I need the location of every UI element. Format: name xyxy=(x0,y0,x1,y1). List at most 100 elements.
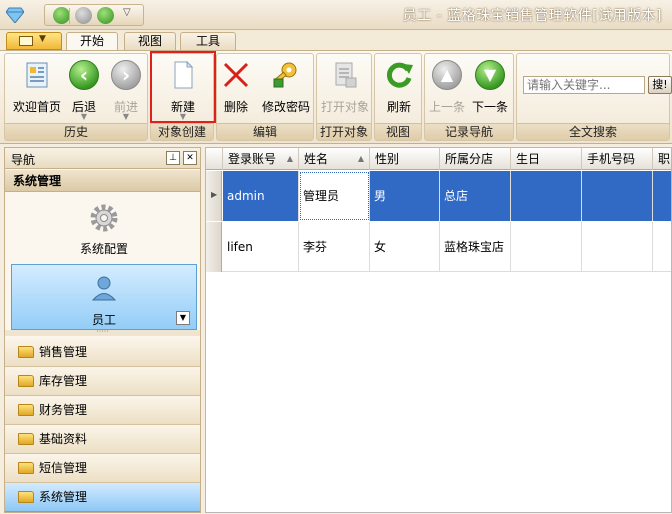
navigation-pane: 导航 ⊥ ✕ 系统管理 系统配置 员工 ▼ ····· 销售管理 库存管理 财务… xyxy=(4,147,201,513)
chevron-down-icon: ▼ xyxy=(39,34,46,44)
folder-icon xyxy=(18,462,34,474)
group-history: 欢迎首页 ‹ 后退 ▼ › 前进 ▼ 历史 xyxy=(4,53,148,141)
nav-item-label: 销售管理 xyxy=(39,345,88,359)
nav-item-inventory[interactable]: 库存管理 xyxy=(5,367,200,396)
column-header-mobile[interactable]: 手机号码 xyxy=(582,148,653,170)
application-menu-button[interactable]: ▼ xyxy=(6,32,62,50)
delete-x-icon xyxy=(223,62,249,88)
cell-name[interactable]: 李芬 xyxy=(299,222,370,272)
highlight-box xyxy=(150,51,216,123)
table-row[interactable]: lifen 李芬 女 蓝格珠宝店 xyxy=(206,222,671,272)
column-label: 职 xyxy=(658,152,671,166)
nav-item-sms[interactable]: 短信管理 xyxy=(5,454,200,483)
group-history-label: 历史 xyxy=(5,123,147,140)
cell-mobile[interactable] xyxy=(582,171,653,221)
folder-icon xyxy=(18,491,34,503)
group-edit: 删除 修改密码 编辑 xyxy=(216,53,314,141)
nav-item-basic-data[interactable]: 基础资料 xyxy=(5,425,200,454)
cell-branch[interactable]: 总店 xyxy=(440,171,511,221)
nav-item-label: 财务管理 xyxy=(39,403,88,417)
table-row[interactable]: ▶ admin 管理员 男 总店 xyxy=(206,171,671,221)
key-icon xyxy=(273,62,297,88)
tab-view[interactable]: 视图 xyxy=(124,32,176,50)
column-header-gender[interactable]: 性别 xyxy=(370,148,440,170)
nav-item-system-config[interactable]: 系统配置 xyxy=(11,196,197,262)
column-header-name[interactable]: 姓名 ▲ xyxy=(299,148,370,170)
next-record-button[interactable]: ▼ 下一条 xyxy=(461,58,519,122)
nav-item-employee[interactable]: 员工 ▼ xyxy=(11,264,197,330)
nav-item-system[interactable]: 系统管理 xyxy=(5,483,200,512)
grid-corner xyxy=(206,148,223,170)
window-title: 员工 - 蓝格珠宝销售管理软件[试用版本] xyxy=(402,8,662,24)
up-arrow-icon: ▲ xyxy=(432,60,462,90)
change-password-button[interactable]: 修改密码 xyxy=(257,58,315,122)
tab-tools[interactable]: 工具 xyxy=(180,32,236,50)
column-label: 所属分店 xyxy=(445,152,494,166)
group-create-label: 对象创建 xyxy=(151,123,213,140)
close-icon[interactable]: ✕ xyxy=(183,151,197,165)
refresh-quick-icon[interactable] xyxy=(53,7,70,24)
cell-gender[interactable]: 男 xyxy=(370,171,440,221)
down-quick-icon[interactable] xyxy=(97,7,114,24)
menu-icon xyxy=(19,36,33,46)
diamond-icon[interactable] xyxy=(6,7,24,23)
chevron-down-icon[interactable]: ▼ xyxy=(176,311,190,325)
nav-item-sales[interactable]: 销售管理 xyxy=(5,338,200,367)
cell-birthday[interactable] xyxy=(511,171,582,221)
delete-button[interactable]: 删除 xyxy=(209,58,263,122)
cell-login[interactable]: admin xyxy=(223,171,299,221)
cell-position[interactable] xyxy=(653,222,671,272)
cell-branch[interactable]: 蓝格珠宝店 xyxy=(440,222,511,272)
pin-icon[interactable]: ⊥ xyxy=(166,151,180,165)
open-object-button[interactable]: 打开对象 xyxy=(315,58,375,122)
back-arrow-icon: ‹ xyxy=(69,60,99,90)
next-record-label: 下一条 xyxy=(471,100,508,114)
delete-label: 删除 xyxy=(223,100,248,114)
up-quick-icon[interactable] xyxy=(75,7,92,24)
column-header-branch[interactable]: 所属分店 xyxy=(440,148,511,170)
refresh-icon xyxy=(386,62,413,88)
cell-birthday[interactable] xyxy=(511,222,582,272)
folder-icon xyxy=(18,433,34,445)
folder-icon xyxy=(18,375,34,387)
open-object-icon xyxy=(335,62,357,88)
column-label: 姓名 xyxy=(304,152,329,166)
cell-mobile[interactable] xyxy=(582,222,653,272)
column-header-position[interactable]: 职 xyxy=(653,148,671,170)
group-search: 搜! 全文搜索 xyxy=(516,53,672,141)
cell-gender[interactable]: 女 xyxy=(370,222,440,272)
grid-header: 登录账号 ▲ 姓名 ▲ 性别 所属分店 生日 手机号码 职 xyxy=(206,148,671,170)
tab-start[interactable]: 开始 xyxy=(66,32,118,51)
splitter-grip[interactable]: ····· xyxy=(5,328,200,336)
column-header-birthday[interactable]: 生日 xyxy=(511,148,582,170)
nav-header: 导航 ⊥ ✕ xyxy=(5,148,200,169)
group-view-label: 视图 xyxy=(375,123,421,140)
nav-item-label: 库存管理 xyxy=(39,374,88,388)
group-record-nav-label: 记录导航 xyxy=(425,123,513,140)
sort-icon: ▲ xyxy=(357,154,364,163)
group-open: 打开对象 打开对象 xyxy=(316,53,372,141)
nav-item-label: 短信管理 xyxy=(39,461,88,475)
group-record-nav: ▲ 上一条 ▼ 下一条 记录导航 xyxy=(424,53,514,141)
nav-group-title: 系统管理 xyxy=(5,170,200,192)
forward-button[interactable]: › 前进 ▼ xyxy=(99,58,153,122)
row-indicator[interactable] xyxy=(206,222,222,272)
change-password-label: 修改密码 xyxy=(261,100,310,114)
cell-position[interactable] xyxy=(653,171,671,221)
sort-icon: ▲ xyxy=(286,154,293,163)
column-label: 手机号码 xyxy=(587,152,636,166)
cell-login[interactable]: lifen xyxy=(223,222,299,272)
user-icon xyxy=(91,276,117,301)
row-indicator[interactable]: ▶ xyxy=(206,171,222,221)
search-input[interactable] xyxy=(523,76,645,94)
cell-name[interactable]: 管理员 xyxy=(299,171,370,221)
system-config-label: 系统配置 xyxy=(79,242,128,256)
nav-item-finance[interactable]: 财务管理 xyxy=(5,396,200,425)
qat-dropdown-icon[interactable]: ▽ xyxy=(123,7,131,18)
search-button[interactable]: 搜! xyxy=(648,76,672,94)
column-header-login[interactable]: 登录账号 ▲ xyxy=(223,148,299,170)
group-search-label: 全文搜索 xyxy=(517,123,669,140)
ribbon: 欢迎首页 ‹ 后退 ▼ › 前进 ▼ 历史 新建 ▼ 对象创建 删除 修改密码 … xyxy=(0,50,672,144)
column-label: 生日 xyxy=(516,152,541,166)
open-object-label: 打开对象 xyxy=(320,100,369,114)
